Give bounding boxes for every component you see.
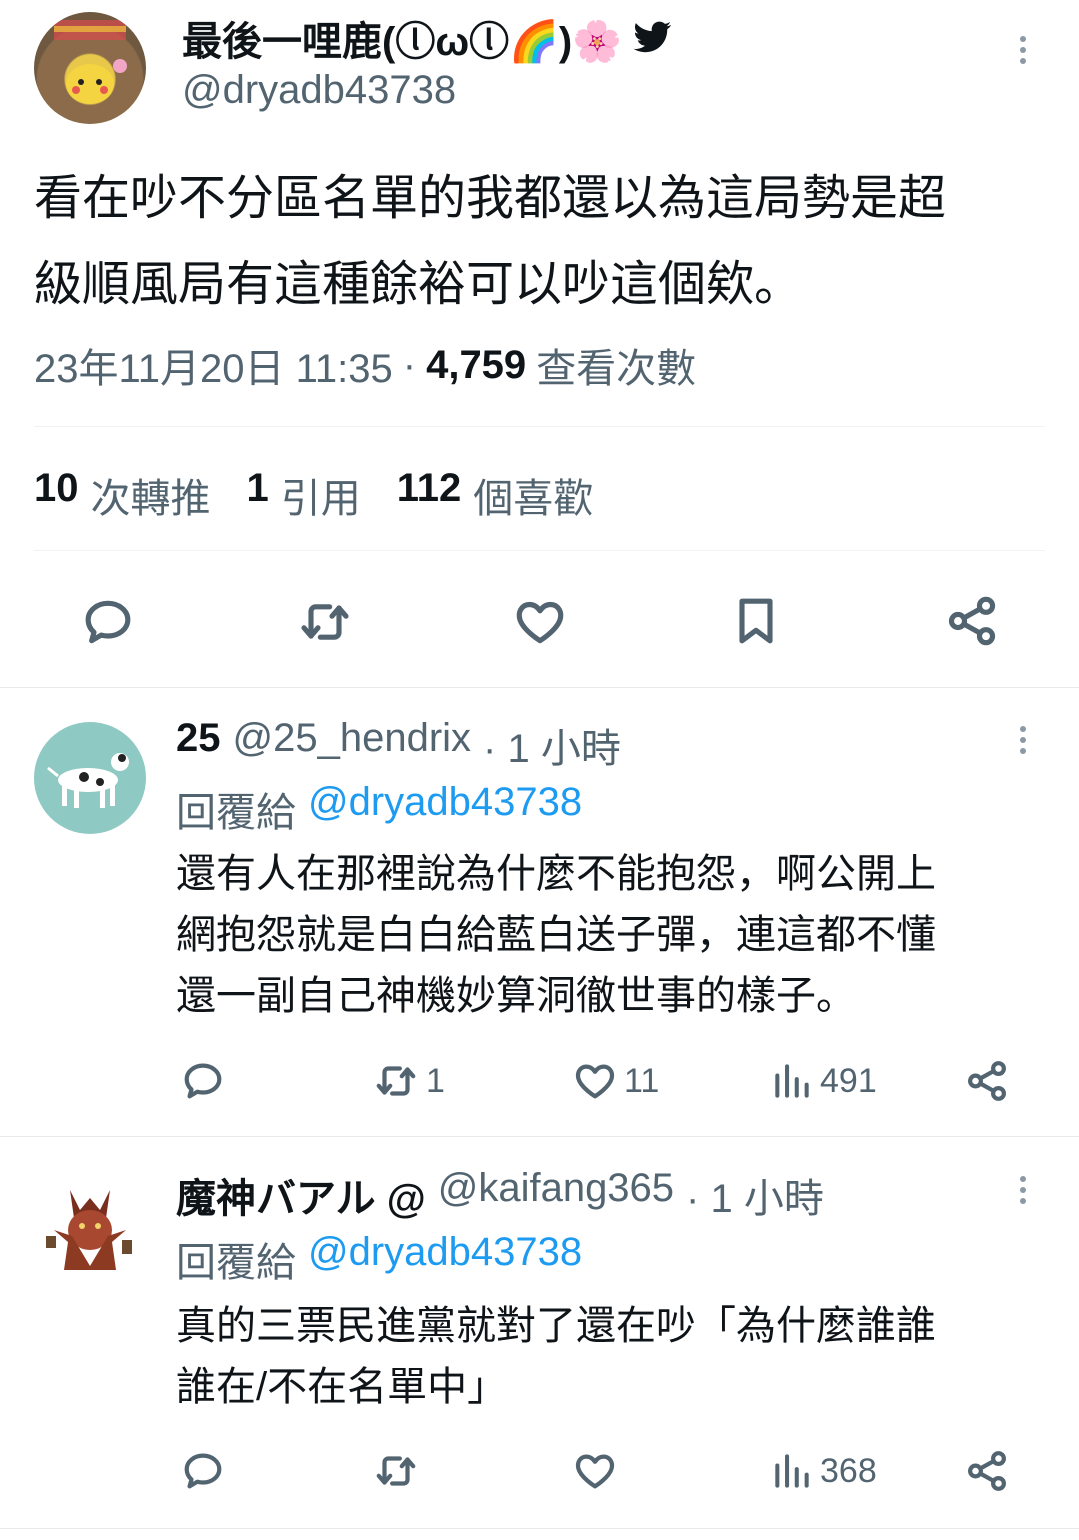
tweet-text-line: 看在吵不分區名單的我都還以為這局勢是超 — [34, 172, 947, 225]
reply-avatar[interactable] — [34, 1170, 146, 1282]
reply-text-line: 真的三票民進黨就對了還在吵「為什麼誰誰 — [176, 1304, 936, 1348]
divider — [34, 550, 1045, 551]
heart-icon[interactable] — [512, 594, 568, 655]
reply-text-line: 誰在/不在名單中」 — [176, 1365, 508, 1409]
reply-handle[interactable]: @25_hendrix — [233, 716, 472, 774]
quotes-stat[interactable]: 1 引用 — [247, 466, 361, 524]
tweet-text-line: 級順風局有這種餘裕可以吵這個欸。 — [34, 258, 803, 311]
tweet-text: 看在吵不分區名單的我都還以為這局勢是超 級順風局有這種餘裕可以吵這個欸。 — [34, 156, 1054, 328]
reply-to-label: 回覆給 — [176, 791, 296, 835]
like-button[interactable]: 11 — [572, 1058, 659, 1104]
more-icon[interactable] — [1018, 726, 1028, 754]
reply-display-name[interactable]: 25 — [176, 716, 221, 774]
avatar-image — [54, 20, 127, 104]
views-count: 368 — [820, 1451, 877, 1490]
views-label[interactable]: 查看次數 — [536, 336, 696, 394]
bookmark-icon[interactable] — [728, 592, 784, 655]
share-icon[interactable] — [964, 1058, 1010, 1104]
divider — [34, 426, 1045, 427]
reply-text-line: 還有人在那裡說為什麼不能抱怨，啊公開上 — [176, 852, 936, 896]
reply-text-line: 還一副自己神機妙算洞徹世事的樣子。 — [176, 974, 856, 1018]
share-icon[interactable] — [944, 592, 1000, 655]
reply-display-name[interactable]: 魔神バアル @ — [176, 1166, 426, 1224]
retweets-count: 10 — [34, 466, 79, 510]
reply-to-label: 回覆給 — [176, 1241, 296, 1285]
reply-text-line: 網抱怨就是白白給藍白送子彈，連這都不懂 — [176, 913, 936, 957]
quotes-count: 1 — [246, 466, 269, 510]
views-count[interactable]: 4,759 — [426, 343, 526, 388]
more-icon[interactable] — [1018, 1176, 1028, 1204]
heart-icon[interactable] — [572, 1448, 618, 1494]
likes-stat[interactable]: 112 個喜歡 — [397, 466, 594, 524]
reply-handle[interactable]: @kaifang365 — [438, 1166, 674, 1224]
divider — [0, 1136, 1079, 1137]
views-icon — [775, 1454, 809, 1488]
views-icon — [775, 1064, 809, 1098]
reply-text: 還有人在那裡說為什麼不能抱怨，啊公開上 網抱怨就是白白給藍白送子彈，連這都不懂 … — [176, 844, 936, 1027]
share-icon[interactable] — [964, 1448, 1010, 1494]
retweet-icon — [376, 1066, 416, 1096]
reply-icon[interactable] — [180, 1058, 226, 1104]
divider — [0, 687, 1079, 688]
likes-label: 個喜歡 — [473, 477, 594, 521]
reply-to-handle[interactable]: @dryadb43738 — [308, 1230, 582, 1288]
retweet-icon[interactable] — [296, 594, 354, 655]
reply-header: 魔神バアル @ @kaifang365 · 1 小時 — [176, 1166, 824, 1224]
author-avatar[interactable] — [34, 12, 146, 124]
reply-header: 25 @25_hendrix · 1 小時 — [176, 716, 621, 774]
author-name-row[interactable]: 最後一哩鹿(ⓛωⓛ🌈)🌸 — [182, 12, 672, 64]
twitter-bird-icon — [632, 20, 672, 56]
quotes-label: 引用 — [280, 477, 361, 521]
retweet-count: 1 — [426, 1061, 445, 1100]
reply-icon[interactable] — [80, 594, 136, 655]
author-display-name[interactable]: 最後一哩鹿(ⓛωⓛ🌈)🌸 — [182, 9, 622, 67]
retweets-stat[interactable]: 10 次轉推 — [34, 466, 211, 524]
avatar-image — [46, 1190, 132, 1270]
reply-to-line: 回覆給 @dryadb43738 — [176, 780, 582, 838]
tweet-timestamp[interactable]: 23年11月20日 11:35 — [34, 336, 393, 394]
views-button[interactable]: 491 — [770, 1058, 877, 1104]
reply-time[interactable]: · 1 小時 — [483, 716, 621, 774]
views-button[interactable]: 368 — [770, 1448, 877, 1494]
like-count: 11 — [624, 1061, 660, 1100]
reply-to-line: 回覆給 @dryadb43738 — [176, 1230, 582, 1288]
more-icon[interactable] — [1018, 36, 1028, 64]
retweet-button[interactable]: 1 — [372, 1058, 445, 1104]
tweet-stats: 10 次轉推 1 引用 112 個喜歡 — [34, 466, 593, 524]
author-handle[interactable]: @dryadb43738 — [182, 68, 456, 113]
divider — [0, 1528, 1079, 1529]
avatar-image — [47, 753, 129, 808]
reply-text: 真的三票民進黨就對了還在吵「為什麼誰誰 誰在/不在名單中」 — [176, 1296, 936, 1418]
retweet-icon[interactable] — [372, 1448, 420, 1494]
tweet-meta: 23年11月20日 11:35 · 4,759 查看次數 — [34, 336, 696, 394]
meta-separator: · — [402, 342, 417, 387]
retweets-label: 次轉推 — [90, 477, 211, 521]
likes-count: 112 — [396, 466, 462, 510]
views-count: 491 — [820, 1061, 877, 1100]
heart-icon — [575, 1064, 615, 1099]
reply-avatar[interactable] — [34, 722, 146, 834]
reply-time[interactable]: · 1 小時 — [686, 1166, 824, 1224]
reply-to-handle[interactable]: @dryadb43738 — [308, 780, 582, 838]
reply-icon[interactable] — [180, 1448, 226, 1494]
